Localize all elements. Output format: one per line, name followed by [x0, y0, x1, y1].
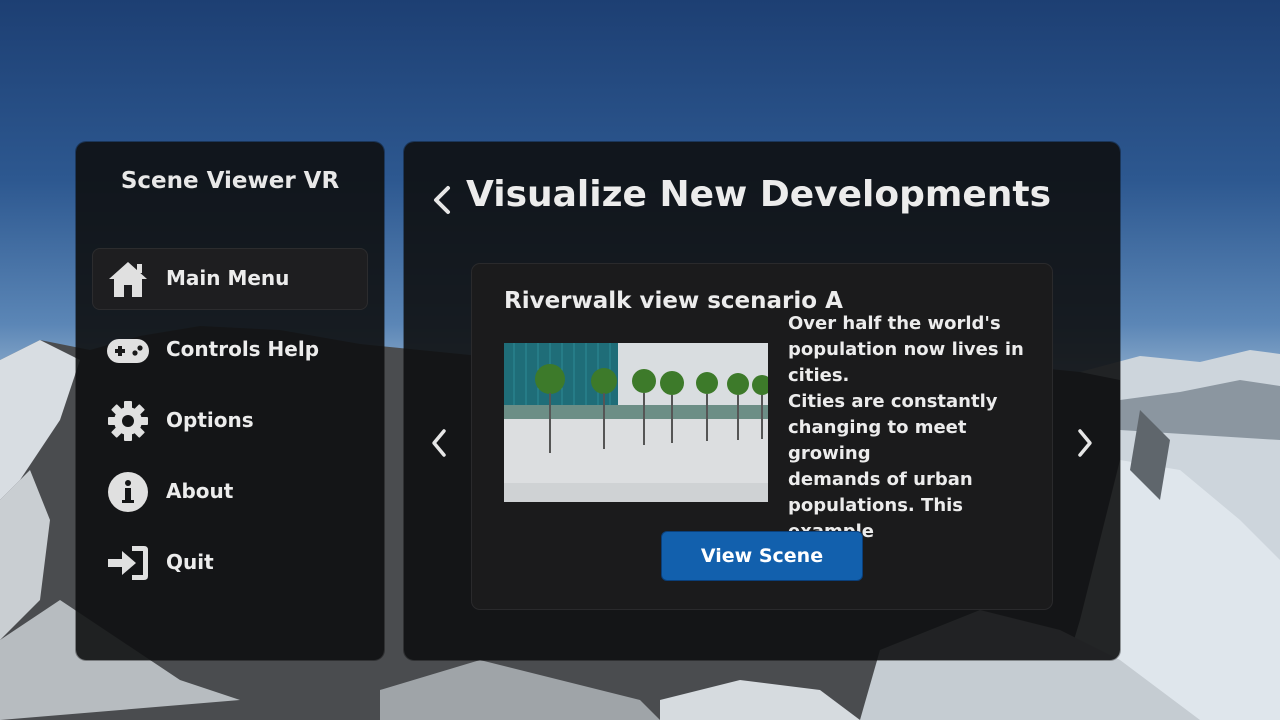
sidebar-item-about[interactable]: About: [92, 461, 368, 523]
app-title: Scene Viewer VR: [120, 168, 340, 194]
sidebar-item-label: Options: [166, 408, 254, 432]
sidebar-item-main-menu[interactable]: Main Menu: [92, 248, 368, 310]
gear-icon: [108, 401, 148, 441]
page-title: Visualize New Developments: [466, 174, 1052, 215]
sidebar-item-label: Controls Help: [166, 337, 320, 361]
sidebar-item-label: About: [166, 479, 234, 503]
gamepad-icon: [107, 339, 149, 363]
sidebar-panel: Scene Viewer VR Main Menu Controls Help: [76, 142, 384, 660]
scene-thumbnail: [504, 343, 768, 502]
chevron-left-icon[interactable]: [426, 425, 452, 461]
info-icon: [108, 472, 148, 512]
sidebar-item-options[interactable]: Options: [92, 390, 368, 452]
sidebar-item-label: Main Menu: [166, 266, 290, 290]
sidebar-item-quit[interactable]: Quit: [92, 532, 368, 594]
content-panel: Visualize New Developments Riverwalk vie…: [404, 142, 1120, 660]
home-icon: [109, 262, 147, 297]
sidebar-item-label: Quit: [166, 550, 214, 574]
scene-card: Riverwalk view scenario A Over half the …: [472, 264, 1052, 609]
view-scene-button[interactable]: View Scene: [661, 531, 863, 581]
chevron-right-icon[interactable]: [1072, 425, 1098, 461]
sign-in-icon: [108, 546, 148, 580]
sidebar-item-controls-help[interactable]: Controls Help: [92, 319, 368, 381]
chevron-left-icon[interactable]: [428, 180, 456, 220]
